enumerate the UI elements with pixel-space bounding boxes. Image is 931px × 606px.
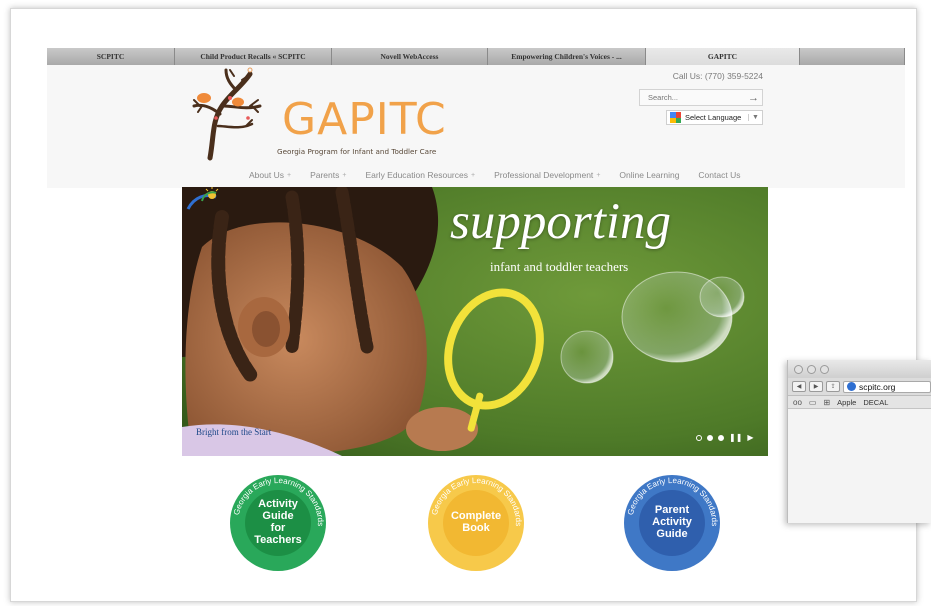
address-bar[interactable]: scpitc.org — [843, 380, 931, 393]
nav-item-label: Professional Development — [494, 170, 594, 180]
nav-item-label: Early Education Resources — [365, 170, 468, 180]
slide-dot[interactable] — [718, 435, 724, 441]
site-favicon-icon — [847, 382, 856, 391]
dropdown-plus-icon: + — [286, 171, 292, 179]
nav-item-label: Contact Us — [698, 170, 741, 180]
badge-ring-text: Georgia Early Learning Standards — [430, 476, 523, 526]
search-input[interactable] — [640, 93, 745, 102]
tab-empowering-childrens-voices[interactable]: Empowering Children's Voices - ... — [488, 48, 646, 65]
tab-gapitc[interactable]: GAPITC — [646, 48, 800, 65]
dropdown-plus-icon: + — [342, 171, 347, 179]
pause-icon[interactable]: ❚❚ — [729, 434, 742, 442]
back-arrow-icon[interactable]: ◀ — [792, 381, 806, 392]
main-nav: About Us + Parents + Early Education Resou… — [249, 170, 740, 180]
bookmark-apple[interactable]: Apple — [837, 398, 856, 407]
bookmark-decal[interactable]: DECAL — [863, 398, 888, 407]
slide-dot[interactable] — [696, 435, 702, 441]
parent-activity-guide-badge[interactable]: Georgia Early Learning Standards Parent … — [624, 475, 720, 571]
browser-tab-bar: SCPITC Child Product Recalls « SCPITC No… — [47, 48, 905, 65]
svg-text:Georgia Early Learning Standar: Georgia Early Learning Standards — [626, 476, 719, 526]
book-icon[interactable]: ▭ — [809, 398, 817, 407]
tab-child-product-recalls[interactable]: Child Product Recalls « SCPITC — [175, 48, 332, 65]
reader-glasses-icon[interactable]: oo — [793, 398, 802, 407]
grid-icon[interactable]: ⊞ — [823, 398, 830, 407]
hero-slideshow[interactable]: supporting infant and toddler teachers B… — [182, 187, 768, 456]
mini-browser-window: ◀ ▶ ⇪ scpitc.org oo ▭ ⊞ Apple DECAL — [787, 360, 931, 523]
nav-item-early-education-resources[interactable]: Early Education Resources + — [365, 170, 475, 180]
activity-guide-teachers-badge[interactable]: Georgia Early Learning Standards Activit… — [230, 475, 326, 571]
zoom-window-button[interactable] — [820, 364, 829, 374]
close-window-button[interactable] — [794, 364, 803, 374]
bright-from-the-start-text: Bright from the Start — [196, 427, 272, 437]
slideshow-controls: ❚❚ ▶ — [696, 434, 754, 442]
nav-item-label: Online Learning — [619, 170, 680, 180]
nav-item-about-us[interactable]: About Us + — [249, 170, 291, 180]
tab-scpitc[interactable]: SCPITC — [47, 48, 175, 65]
nav-item-contact-us[interactable]: Contact Us — [698, 170, 740, 180]
address-bar-url: scpitc.org — [859, 381, 896, 392]
nav-item-label: About Us — [249, 170, 284, 180]
badge-ring-text: Georgia Early Learning Standards — [232, 476, 325, 526]
slide-dot-active[interactable] — [707, 435, 713, 441]
call-us-text: Call Us: (770) 359-5224 — [672, 71, 763, 81]
svg-text:Georgia Early Learning Standar: Georgia Early Learning Standards — [430, 476, 523, 526]
nav-item-parents[interactable]: Parents + — [310, 170, 346, 180]
hero-subtitle: infant and toddler teachers — [490, 259, 629, 274]
share-icon[interactable]: ⇪ — [826, 381, 840, 392]
tab-novell-webaccess[interactable]: Novell WebAccess — [332, 48, 488, 65]
google-translate-icon — [670, 112, 681, 123]
dropdown-plus-icon: + — [470, 171, 476, 179]
nav-item-label: Parents — [310, 170, 340, 180]
forward-arrow-icon[interactable]: ▶ — [809, 381, 823, 392]
dropdown-plus-icon: + — [596, 171, 601, 179]
minimize-window-button[interactable] — [807, 364, 816, 374]
badge-ring-text: Georgia Early Learning Standards — [626, 476, 719, 526]
logo-subtitle: Georgia Program for Infant and Toddler C… — [277, 147, 437, 156]
bookmarks-bar: oo ▭ ⊞ Apple DECAL — [788, 396, 931, 409]
logo-wordmark[interactable]: GAPITC — [282, 98, 447, 142]
nav-item-professional-development[interactable]: Professional Development + — [494, 170, 600, 180]
hero-title: supporting — [450, 194, 672, 250]
search-box: → — [639, 89, 763, 106]
mini-window-toolbar: ◀ ▶ ⇪ scpitc.org — [788, 378, 931, 396]
mini-window-titlebar — [788, 360, 931, 378]
tree-logo-icon[interactable] — [190, 66, 285, 161]
chevron-down-icon: ▼ — [748, 114, 762, 121]
bright-from-the-start-logo-icon — [186, 187, 219, 210]
next-arrow-icon[interactable]: ▶ — [747, 434, 753, 442]
tab-empty[interactable] — [800, 48, 905, 65]
language-select[interactable]: Select Language ▼ — [666, 110, 763, 125]
search-submit-arrow-icon[interactable]: → — [745, 92, 762, 104]
svg-text:Georgia Early Learning Standar: Georgia Early Learning Standards — [232, 476, 325, 526]
nav-item-online-learning[interactable]: Online Learning — [619, 170, 679, 180]
complete-book-badge[interactable]: Georgia Early Learning Standards Complet… — [428, 475, 524, 571]
language-select-label: Select Language — [685, 113, 742, 122]
